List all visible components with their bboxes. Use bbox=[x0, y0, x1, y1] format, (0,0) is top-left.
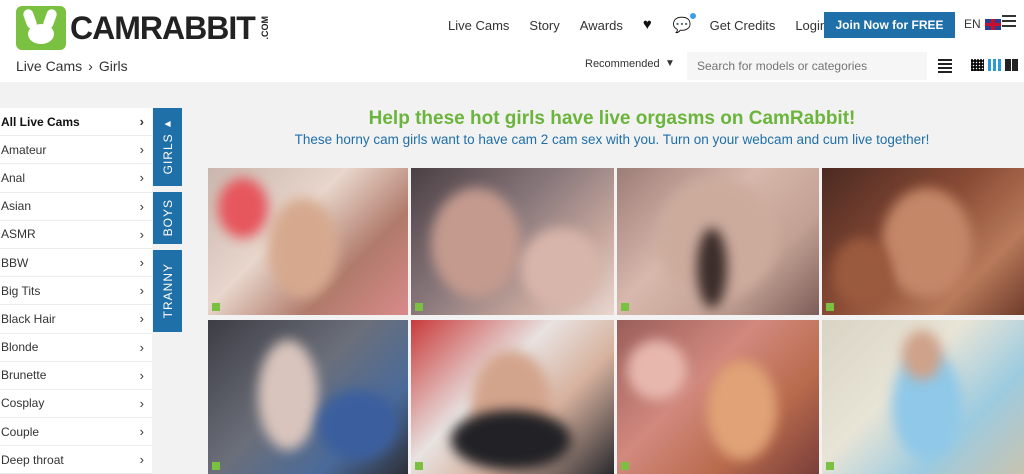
logo-text: CAMRABBIT bbox=[70, 10, 256, 46]
login-link[interactable]: Login bbox=[795, 18, 827, 33]
breadcrumb-current: Girls bbox=[98, 58, 128, 74]
gender-tabs: GIRLS ▶ BOYS TRANNY bbox=[153, 108, 182, 338]
live-indicator-icon bbox=[621, 303, 629, 311]
live-indicator-icon bbox=[212, 303, 220, 311]
join-button[interactable]: Join Now for FREE bbox=[824, 12, 955, 38]
chevron-right-icon: › bbox=[139, 226, 144, 242]
chevron-right-icon: › bbox=[139, 395, 144, 411]
notification-dot bbox=[689, 13, 696, 19]
sidebar-item-asian[interactable]: Asian › bbox=[0, 193, 152, 221]
model-thumbnail[interactable] bbox=[208, 320, 408, 474]
grid-small-icon[interactable] bbox=[971, 59, 984, 71]
page-subheadline: These horny cam girls want to have cam 2… bbox=[294, 132, 930, 147]
chevron-right-icon: › bbox=[139, 142, 144, 158]
breadcrumb: Live Cams › Girls bbox=[16, 58, 128, 74]
chevron-right-icon: › bbox=[139, 114, 144, 130]
chevron-right-icon: › bbox=[88, 58, 93, 74]
category-sidebar: All Live Cams › Amateur › Anal › Asian › ASM… bbox=[0, 108, 152, 474]
model-thumbnail[interactable] bbox=[822, 168, 1024, 315]
chevron-right-icon: › bbox=[139, 424, 144, 440]
model-thumbnail[interactable] bbox=[617, 168, 819, 315]
nav-story[interactable]: Story bbox=[529, 18, 559, 33]
sidebar-item-big-tits[interactable]: Big Tits › bbox=[0, 277, 152, 306]
top-nav: Live Cams Story Awards ♥ 💬 Get Credits L… bbox=[448, 13, 847, 34]
chat-icon[interactable]: 💬 bbox=[673, 13, 696, 34]
heart-icon[interactable]: ♥ bbox=[643, 17, 657, 32]
model-thumbnail[interactable] bbox=[411, 168, 614, 315]
search-input[interactable] bbox=[687, 52, 927, 80]
list-view-icon[interactable] bbox=[938, 59, 952, 75]
nav-live-cams[interactable]: Live Cams bbox=[448, 18, 509, 33]
chevron-right-icon: › bbox=[139, 311, 144, 327]
live-indicator-icon bbox=[212, 462, 220, 470]
header: CAMRABBIT .COM Live Cams Story Awards ♥ … bbox=[0, 0, 1024, 82]
sidebar-item-deep-throat[interactable]: Deep throat › bbox=[0, 446, 152, 474]
language-selector[interactable]: EN bbox=[964, 17, 1001, 31]
triangle-icon: ▶ bbox=[162, 119, 172, 130]
chevron-right-icon: › bbox=[139, 255, 144, 271]
nav-awards[interactable]: Awards bbox=[580, 18, 623, 33]
sidebar-item-amateur[interactable]: Amateur › bbox=[0, 136, 152, 165]
sidebar-item-anal[interactable]: Anal › bbox=[0, 164, 152, 193]
model-thumbnail[interactable] bbox=[208, 168, 408, 315]
live-indicator-icon bbox=[415, 462, 423, 470]
sidebar-item-all-live-cams[interactable]: All Live Cams › bbox=[0, 108, 152, 137]
sidebar-item-bbw[interactable]: BBW › bbox=[0, 249, 152, 278]
tab-tranny[interactable]: TRANNY bbox=[153, 250, 182, 332]
sidebar-item-cosplay[interactable]: Cosplay › bbox=[0, 390, 152, 419]
tab-boys[interactable]: BOYS bbox=[153, 192, 182, 244]
logo[interactable]: CAMRABBIT .COM bbox=[16, 6, 270, 50]
sidebar-item-asmr[interactable]: ASMR › bbox=[0, 221, 152, 249]
hamburger-menu-icon[interactable] bbox=[1002, 15, 1016, 30]
live-indicator-icon bbox=[621, 462, 629, 470]
rabbit-logo-icon bbox=[16, 6, 66, 50]
uk-flag-icon bbox=[984, 18, 1001, 30]
tab-girls[interactable]: GIRLS ▶ bbox=[153, 108, 182, 186]
grid-view-toggles bbox=[971, 59, 1018, 71]
chevron-right-icon: › bbox=[139, 339, 144, 355]
live-indicator-icon bbox=[826, 303, 834, 311]
chevron-right-icon: › bbox=[139, 198, 144, 214]
sidebar-item-couple[interactable]: Couple › bbox=[0, 418, 152, 447]
sidebar-item-brunette[interactable]: Brunette › bbox=[0, 362, 152, 390]
chevron-right-icon: › bbox=[139, 452, 144, 468]
chevron-right-icon: › bbox=[139, 170, 144, 186]
sort-select[interactable]: Recommended bbox=[585, 58, 660, 70]
grid-large-icon[interactable] bbox=[1005, 59, 1018, 71]
model-grid bbox=[208, 168, 1024, 474]
chevron-right-icon: › bbox=[139, 367, 144, 383]
language-code: EN bbox=[964, 17, 981, 31]
sidebar-item-black-hair[interactable]: Black Hair › bbox=[0, 305, 152, 334]
model-thumbnail[interactable] bbox=[822, 320, 1024, 474]
page-headline: Help these hot girls have live orgasms o… bbox=[368, 108, 856, 129]
live-indicator-icon bbox=[826, 462, 834, 470]
get-credits-link[interactable]: Get Credits bbox=[710, 18, 776, 33]
breadcrumb-root[interactable]: Live Cams bbox=[16, 58, 82, 74]
model-thumbnail[interactable] bbox=[411, 320, 614, 474]
live-indicator-icon bbox=[415, 303, 423, 311]
model-thumbnail[interactable] bbox=[617, 320, 819, 474]
chevron-right-icon: › bbox=[139, 283, 144, 299]
sidebar-item-blonde[interactable]: Blonde › bbox=[0, 334, 152, 362]
caret-down-icon[interactable]: ▼ bbox=[665, 58, 675, 69]
grid-medium-icon[interactable] bbox=[988, 59, 1001, 71]
logo-suffix: .COM bbox=[259, 16, 270, 40]
